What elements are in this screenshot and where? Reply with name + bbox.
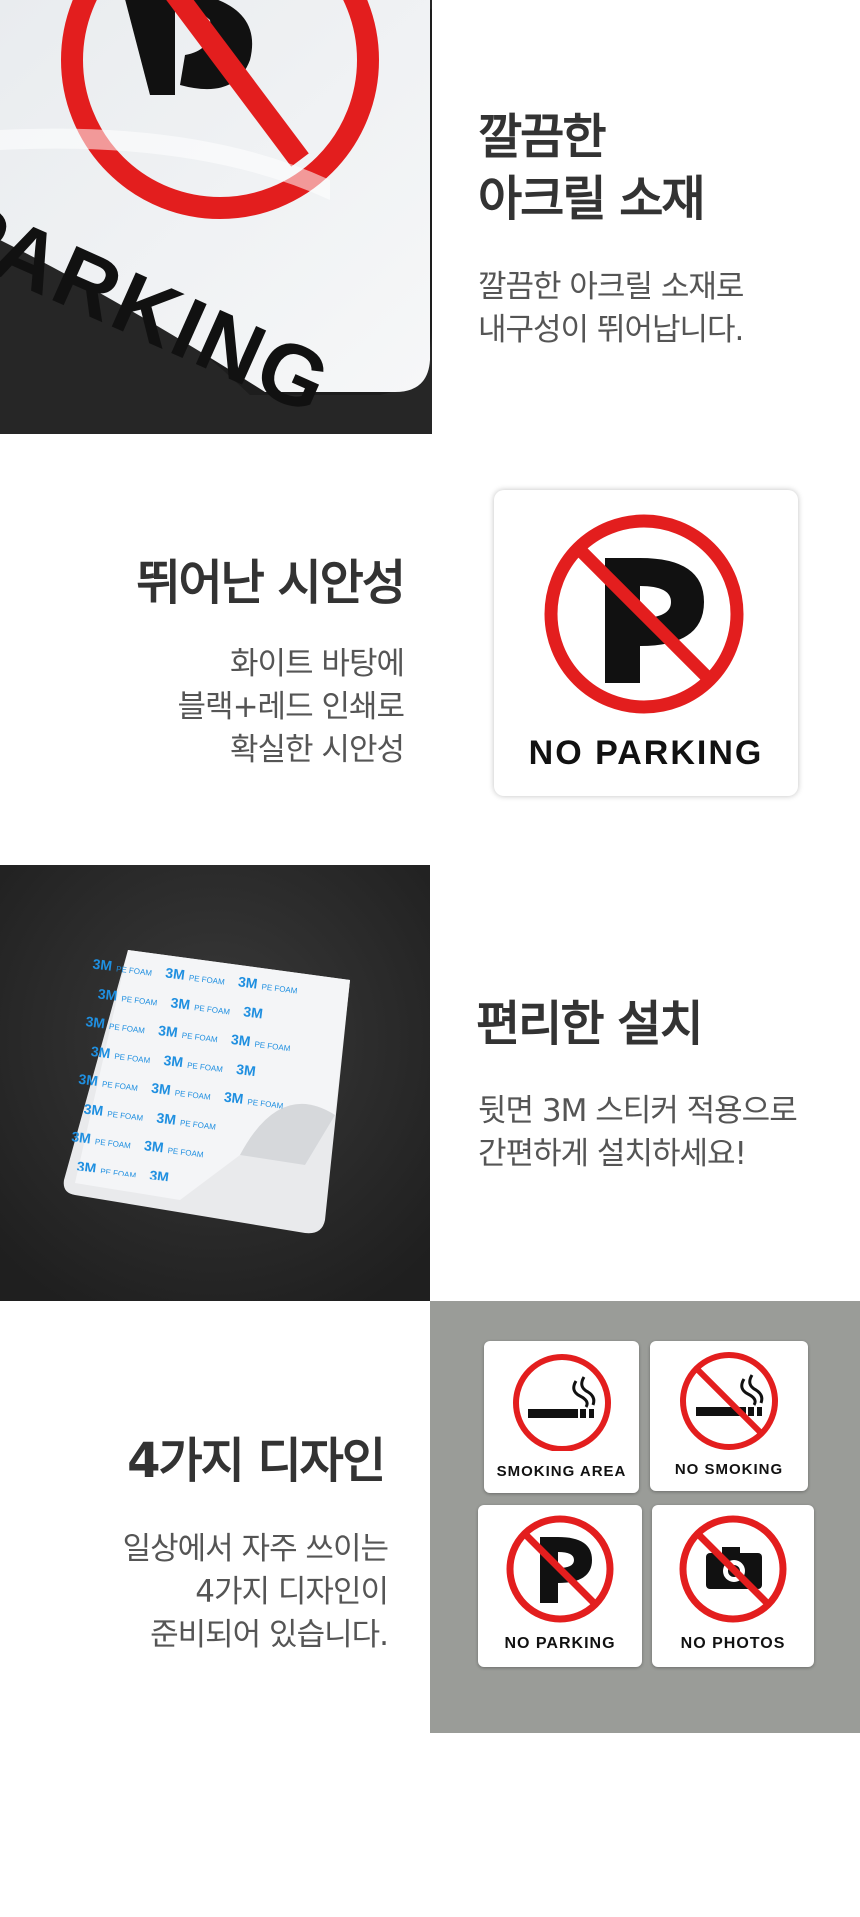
foam-print: 3M PE FOAM 3M PE FOAM 3M PE FOAM 3M PE F… [70, 955, 298, 1186]
sign-label: NO PARKING [504, 1635, 616, 1652]
section-desc-visibility: 화이트 바탕에 블랙+레드 인쇄로 확실한 시안성 [177, 646, 405, 768]
sign-smoking-area: SMOKING AREA [484, 1341, 639, 1493]
section-desc-installation: 뒷면 3M 스티커 적용으로 간편하게 설치하세요! [478, 1093, 798, 1172]
sign-no-smoking: NO SMOKING [650, 1341, 808, 1491]
sign-text: NO PARKING [528, 734, 764, 772]
sign-label: SMOKING AREA [496, 1463, 627, 1480]
section-desc-material: 깔끔한 아크릴 소재로 내구성이 뛰어납니다. [478, 269, 744, 348]
four-designs-photo: SMOKING AREA NO SMOKING NO PARKING NO PH… [430, 1301, 860, 1733]
sign-no-parking: NO PARKING [478, 1505, 642, 1667]
section-desc-designs: 일상에서 자주 쓰이는 4가지 디자인이 준비되어 있습니다. [122, 1531, 389, 1653]
section-title-designs: 4가지 디자인 [127, 1433, 386, 1489]
smoking-icon [513, 1354, 611, 1452]
no-parking-icon [506, 1515, 614, 1623]
no-smoking-icon [680, 1352, 778, 1450]
sign-no-photos: NO PHOTOS [652, 1505, 814, 1667]
sign-label: NO PHOTOS [680, 1635, 786, 1652]
adhesive-back-photo: 3M PE FOAM 3M PE FOAM 3M PE FOAM 3M PE F… [0, 865, 430, 1301]
section-title-visibility: 뛰어난 시안성 [136, 555, 406, 611]
no-photos-icon [679, 1515, 787, 1623]
section-title-material: 깔끔한 아크릴 소재 [478, 109, 706, 227]
acrylic-sign-photo: PARKING [0, 0, 432, 434]
no-parking-sign-photo: NO PARKING [494, 490, 798, 796]
no-parking-icon [544, 514, 744, 714]
section-title-installation: 편리한 설치 [476, 996, 704, 1052]
sign-label: NO SMOKING [674, 1461, 784, 1478]
